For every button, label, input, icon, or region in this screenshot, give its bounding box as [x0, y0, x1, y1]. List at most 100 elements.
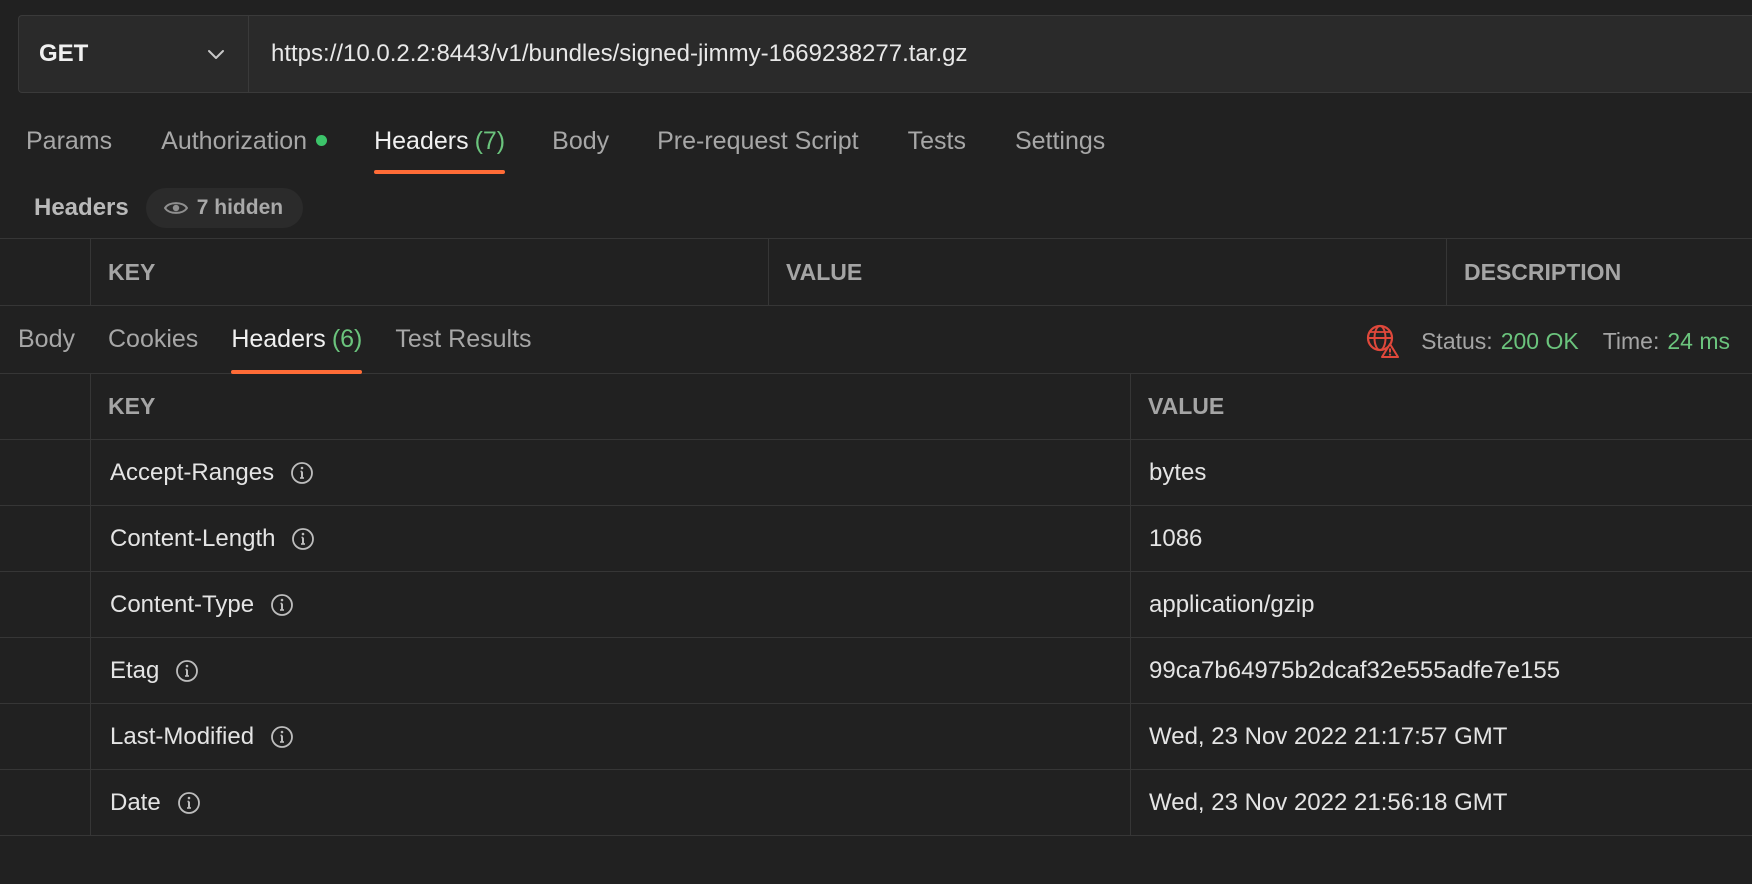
header-key-cell: Accept-Ranges — [91, 440, 1131, 505]
header-value: 99ca7b64975b2dcaf32e555adfe7e155 — [1149, 656, 1561, 684]
response-tab-cookies-label: Cookies — [107, 325, 199, 353]
header-key: Accept-Ranges — [110, 458, 275, 486]
response-tab-test-results-label: Test Results — [395, 325, 532, 353]
request-value-header: VALUE — [786, 258, 863, 285]
header-value: Wed, 23 Nov 2022 21:56:18 GMT — [1149, 788, 1508, 816]
table-row: Accept-Ranges bytes — [0, 440, 1752, 506]
tab-authorization[interactable]: Authorization — [161, 118, 328, 174]
info-icon[interactable] — [175, 659, 199, 683]
response-tab-test-results[interactable]: Test Results — [395, 308, 531, 374]
header-value-cell: application/gzip — [1131, 572, 1752, 637]
info-icon[interactable] — [291, 527, 315, 551]
header-value: application/gzip — [1149, 590, 1315, 618]
row-gutter — [0, 506, 91, 571]
response-tab-cookies[interactable]: Cookies — [108, 308, 198, 374]
response-key-header-label: KEY — [108, 393, 156, 419]
status-value: 200 OK — [1500, 327, 1579, 354]
response-tab-headers-count: (6) — [331, 325, 363, 353]
header-value: bytes — [1149, 458, 1207, 486]
tab-tests-label: Tests — [907, 127, 966, 155]
request-tabs: Params Authorization Headers (7) Body Pre… — [0, 118, 1105, 176]
response-tab-headers-label: Headers — [231, 325, 326, 353]
header-value-cell: Wed, 23 Nov 2022 21:17:57 GMT — [1131, 704, 1752, 769]
row-gutter — [0, 572, 91, 637]
header-key-cell: Date — [91, 770, 1131, 835]
headers-summary: Headers 7 hidden — [34, 188, 304, 228]
response-tab-headers[interactable]: Headers (6) — [231, 308, 363, 374]
tab-headers-count: (7) — [474, 127, 506, 155]
table-row: Last-Modified Wed, 23 Nov 2022 21:17:57 … — [0, 704, 1752, 770]
response-tabs: Body Cookies Headers (6) Test Results — [18, 308, 532, 374]
postman-request-page: GET Params Authorization Headers(7) Body… — [0, 0, 1752, 884]
globe-warning-icon[interactable] — [1365, 323, 1401, 359]
tab-settings-label: Settings — [1014, 127, 1106, 155]
response-table-header: KEY VALUE — [0, 374, 1752, 440]
auth-status-dot — [316, 134, 328, 146]
info-icon[interactable] — [270, 725, 294, 749]
tab-authorization-label: Authorization — [161, 127, 308, 155]
info-icon[interactable] — [290, 461, 314, 485]
method-label: GET — [39, 40, 89, 67]
tab-body-label: Body — [552, 127, 610, 155]
table-row: Content-Length 1086 — [0, 506, 1752, 572]
header-key: Last-Modified — [110, 722, 255, 750]
header-key: Etag — [110, 656, 160, 684]
header-key-cell: Last-Modified — [91, 704, 1131, 769]
header-key: Content-Length — [110, 524, 276, 552]
tab-body[interactable]: Body — [552, 118, 609, 174]
tab-params[interactable]: Params — [26, 118, 112, 174]
response-key-header: KEY — [91, 374, 1131, 439]
tab-pre-request-script-label: Pre-request Script — [657, 127, 859, 155]
header-key-cell: Content-Length — [91, 506, 1131, 571]
table-row: Content-Type application/gzip — [0, 572, 1752, 638]
header-value-cell: 1086 — [1131, 506, 1752, 571]
row-gutter — [0, 770, 91, 835]
response-value-header: VALUE — [1131, 374, 1752, 439]
tab-settings[interactable]: Settings — [1015, 118, 1105, 174]
request-table-key-column: KEY — [91, 239, 769, 305]
header-value-cell: Wed, 23 Nov 2022 21:56:18 GMT — [1131, 770, 1752, 835]
request-table-checkbox-column — [0, 239, 91, 305]
header-key-cell: Etag — [91, 638, 1131, 703]
tab-tests[interactable]: Tests — [908, 118, 966, 174]
header-key: Content-Type — [110, 590, 255, 618]
response-value-header-label: VALUE — [1148, 393, 1225, 419]
response-tab-body[interactable]: Body — [18, 308, 75, 374]
method-dropdown[interactable]: GET — [19, 16, 249, 92]
time-label: Time: — [1602, 327, 1660, 354]
hidden-headers-count: 7 hidden — [196, 196, 284, 219]
eye-icon — [163, 202, 188, 214]
request-table-value-column: VALUE — [769, 239, 1447, 305]
hidden-headers-toggle[interactable]: 7 hidden — [145, 188, 304, 228]
header-value: Wed, 23 Nov 2022 21:17:57 GMT — [1149, 722, 1508, 750]
table-row: Date Wed, 23 Nov 2022 21:56:18 GMT — [0, 770, 1752, 836]
response-headers-table: KEY VALUE Accept-Ranges bytes Content-Le… — [0, 374, 1752, 836]
status-label: Status: — [1421, 327, 1493, 354]
request-description-header: DESCRIPTION — [1464, 258, 1622, 285]
row-gutter — [0, 704, 91, 769]
headers-section-title: Headers — [34, 194, 129, 221]
header-value-cell: 99ca7b64975b2dcaf32e555adfe7e155 — [1131, 638, 1752, 703]
response-status: Status: 200 OK Time: 24 ms — [1365, 308, 1730, 374]
url-bar: GET — [18, 15, 1752, 93]
tab-headers-label: Headers — [374, 127, 469, 155]
header-key: Date — [110, 788, 161, 816]
response-table-checkbox-column — [0, 374, 91, 439]
request-table-description-column: DESCRIPTION — [1447, 239, 1752, 305]
time-value: 24 ms — [1667, 327, 1730, 354]
tab-params-label: Params — [26, 127, 113, 155]
tab-headers[interactable]: Headers (7) — [374, 118, 506, 174]
response-tab-body-label: Body — [18, 325, 75, 353]
header-key-cell: Content-Type — [91, 572, 1131, 637]
table-row: Etag 99ca7b64975b2dcaf32e555adfe7e155 — [0, 638, 1752, 704]
row-gutter — [0, 638, 91, 703]
chevron-down-icon — [208, 50, 224, 59]
tab-pre-request-script[interactable]: Pre-request Script — [657, 118, 858, 174]
url-input[interactable] — [249, 16, 1752, 92]
info-icon[interactable] — [177, 791, 201, 815]
request-headers-table-header: KEY VALUE DESCRIPTION — [0, 238, 1752, 306]
row-gutter — [0, 440, 91, 505]
info-icon[interactable] — [270, 593, 294, 617]
header-value: 1086 — [1149, 524, 1203, 552]
request-key-header: KEY — [108, 258, 156, 285]
